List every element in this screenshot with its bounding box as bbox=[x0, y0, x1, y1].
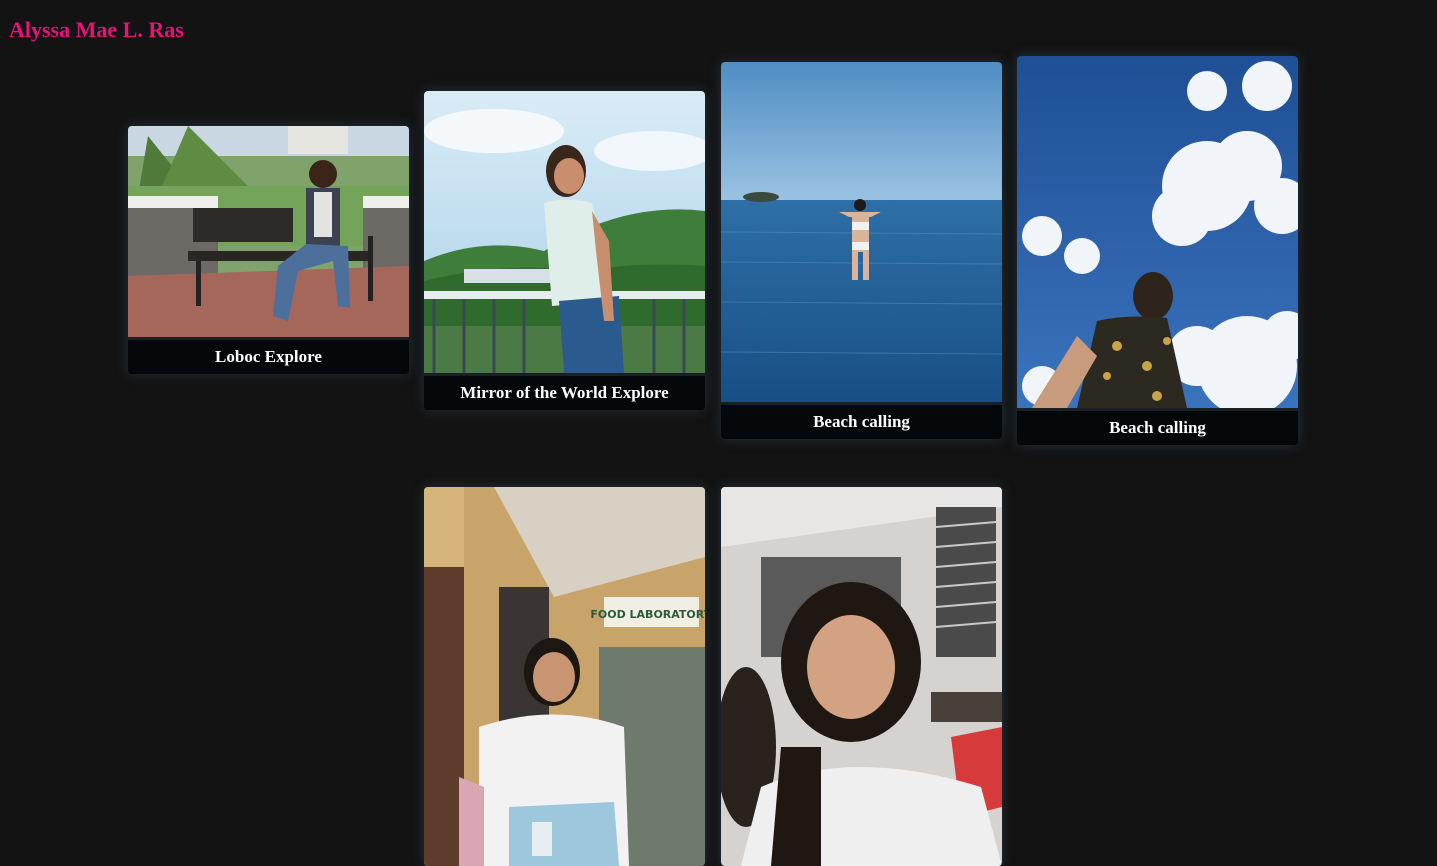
gallery-card-food-laboratory[interactable]: FOOD LABORATORY bbox=[424, 487, 705, 866]
woman-on-bench-garden-photo[interactable] bbox=[128, 126, 409, 337]
gallery-card-classroom-selfie[interactable] bbox=[721, 487, 1002, 866]
card-caption: Beach calling bbox=[1017, 408, 1298, 445]
site-title: Alyssa Mae L. Ras bbox=[9, 17, 184, 42]
gallery-card-loboc[interactable]: Loboc Explore bbox=[128, 126, 409, 374]
food-laboratory-portrait-photo[interactable]: FOOD LABORATORY bbox=[424, 487, 705, 866]
card-caption: Loboc Explore bbox=[128, 337, 409, 374]
woman-at-railing-hills-photo[interactable] bbox=[424, 91, 705, 373]
gallery-card-beach-calling-sky[interactable]: Beach calling bbox=[1017, 56, 1298, 445]
classroom-selfie-photo[interactable] bbox=[721, 487, 1002, 866]
woman-under-cloudy-sky-photo[interactable] bbox=[1017, 56, 1298, 408]
gallery-card-mirror-of-the-world[interactable]: Mirror of the World Explore bbox=[424, 91, 705, 410]
card-caption: Mirror of the World Explore bbox=[424, 373, 705, 410]
gallery-card-beach-calling-sea[interactable]: Beach calling bbox=[721, 62, 1002, 439]
card-caption: Beach calling bbox=[721, 402, 1002, 439]
woman-in-sea-photo[interactable] bbox=[721, 62, 1002, 402]
svg-text:FOOD LABORATORY: FOOD LABORATORY bbox=[590, 608, 705, 621]
